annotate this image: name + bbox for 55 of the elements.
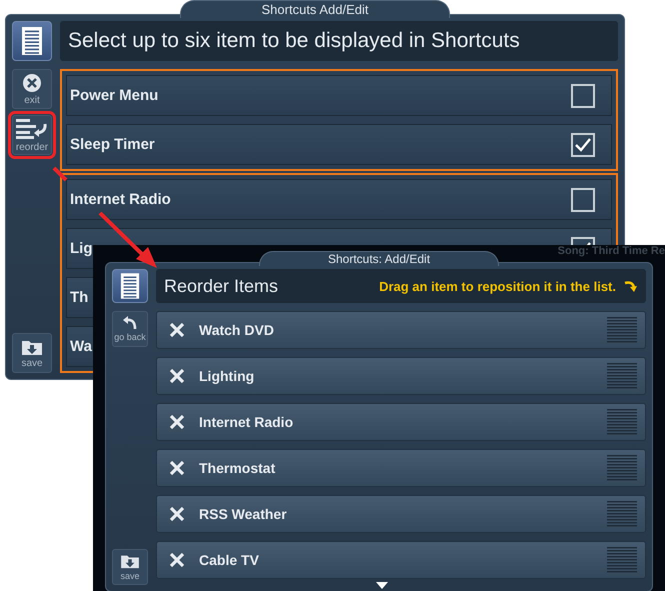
menu-button[interactable] — [112, 269, 148, 303]
drag-handle-icon[interactable] — [607, 501, 637, 527]
drag-handle-icon[interactable] — [607, 317, 637, 343]
go-back-button[interactable]: go back — [112, 311, 148, 347]
drag-handle-icon[interactable] — [607, 455, 637, 481]
shortcut-row[interactable]: Sleep Timer — [66, 124, 612, 165]
remove-icon[interactable] — [169, 460, 185, 476]
item-label: Internet Radio — [199, 414, 294, 430]
remove-icon[interactable] — [169, 552, 185, 568]
item-label: Cable TV — [199, 552, 260, 568]
reorder-title: Reorder Items — [164, 276, 280, 296]
shortcut-row[interactable]: Power Menu — [66, 75, 612, 116]
remove-icon[interactable] — [169, 414, 185, 430]
exit-button[interactable]: exit — [12, 69, 52, 109]
close-icon — [22, 72, 42, 92]
drag-hint-text: Drag an item to reposition it in the list. — [379, 278, 616, 294]
reorder-row[interactable]: Internet Radio — [156, 403, 646, 441]
folder-download-icon — [120, 553, 140, 569]
reorder-row[interactable]: Watch DVD — [156, 311, 646, 349]
curved-arrow-icon — [624, 279, 638, 293]
list-icon — [21, 26, 43, 56]
shortcut-row[interactable]: Internet Radio — [66, 179, 612, 220]
reorder-row[interactable]: Cable TV — [156, 541, 646, 579]
item-label: Lig — [70, 240, 92, 257]
menu-button[interactable] — [12, 21, 52, 61]
song-status-text: Song: Third Time Re — [558, 245, 665, 257]
item-label: Internet Radio — [70, 191, 171, 208]
instruction-text: Select up to six item to be displayed in Shortcuts — [60, 21, 618, 61]
checkbox[interactable] — [571, 84, 595, 108]
reorder-icon — [15, 118, 49, 140]
item-label: Wa — [70, 338, 92, 355]
reorder-row[interactable]: RSS Weather — [156, 495, 646, 533]
item-label: Th — [70, 289, 88, 306]
item-label: Power Menu — [70, 87, 158, 104]
item-label: Lighting — [199, 368, 256, 384]
item-label: Thermostat — [199, 460, 276, 476]
remove-icon[interactable] — [169, 368, 185, 384]
drag-handle-icon[interactable] — [607, 547, 637, 573]
drag-handle-icon[interactable] — [607, 409, 637, 435]
checkmark-icon — [574, 136, 592, 152]
save-button[interactable]: save — [12, 333, 52, 373]
item-label: Watch DVD — [199, 322, 275, 338]
reorder-row[interactable]: Lighting — [156, 357, 646, 395]
remove-icon[interactable] — [169, 506, 185, 522]
checkbox[interactable] — [571, 188, 595, 212]
item-label: Sleep Timer — [70, 136, 155, 153]
undo-arrow-icon — [122, 316, 138, 330]
drag-handle-icon[interactable] — [607, 363, 637, 389]
save-button[interactable]: save — [112, 549, 148, 585]
checkbox[interactable] — [571, 132, 595, 156]
list-icon — [120, 272, 140, 300]
remove-icon[interactable] — [169, 322, 185, 338]
scroll-down-icon[interactable] — [376, 582, 388, 589]
item-label: RSS Weather — [199, 506, 288, 522]
reorder-row[interactable]: Thermostat — [156, 449, 646, 487]
